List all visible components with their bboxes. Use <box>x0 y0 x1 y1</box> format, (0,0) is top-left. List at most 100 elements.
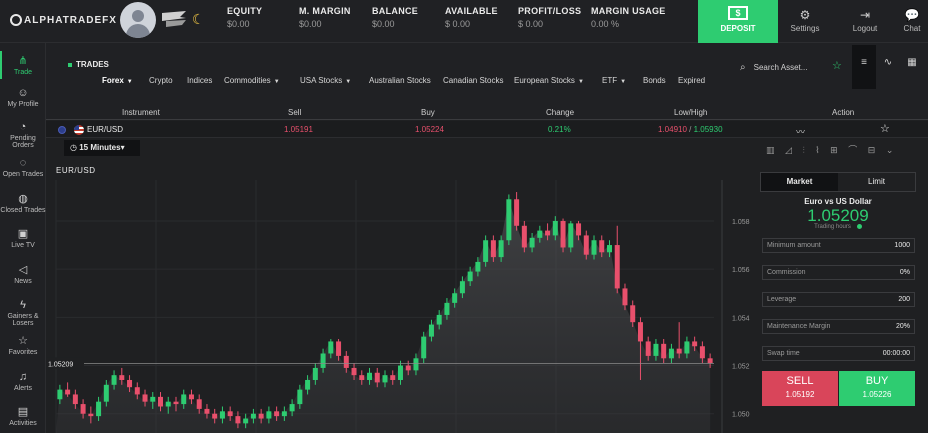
tab-market[interactable]: Market <box>761 173 838 191</box>
chat-button[interactable]: 💬 Chat <box>898 8 926 33</box>
caret-down-icon: ▾ <box>120 143 125 152</box>
asset-search[interactable]: ⌕ Search Asset... <box>740 56 828 78</box>
candle-body <box>351 367 357 376</box>
candle-body <box>289 404 295 412</box>
search-input[interactable]: Search Asset... <box>754 63 808 72</box>
line-chart-view-icon[interactable]: ∿ <box>876 57 900 77</box>
candle-body <box>661 343 667 359</box>
chart-tools: ▥ ◿ ⫶ ⌇ ⊞ ⌒ ⊟ ⌄ <box>766 143 901 156</box>
category-forex[interactable]: Forex ▼ <box>102 76 133 85</box>
candle-body <box>305 379 311 390</box>
candle-body <box>181 394 187 405</box>
candle-body <box>390 375 396 380</box>
settings-button[interactable]: ⚙ Settings <box>788 8 822 33</box>
category-expired[interactable]: Expired <box>678 76 705 85</box>
candle-body <box>653 343 659 356</box>
candle-body <box>560 220 566 248</box>
candle-body <box>336 341 342 356</box>
sidebar-item-pending-orders[interactable]: ◔ Pending Orders <box>0 121 46 149</box>
table-row[interactable]: EUR/USD 1.05191 1.05224 0.21% 1.04910 / … <box>46 121 928 138</box>
buy-button[interactable]: BUY 1.05226 <box>839 371 915 406</box>
sidebar-item-activities[interactable]: ▤ Activities <box>0 406 46 427</box>
category-indices[interactable]: Indices <box>187 76 212 85</box>
candle-body <box>88 413 94 417</box>
candle-body <box>382 375 388 383</box>
flag-icon <box>162 11 186 27</box>
trend-icon[interactable]: 〰 <box>796 125 805 138</box>
category-australian-stocks[interactable]: Australian Stocks <box>369 76 431 85</box>
candle-body <box>359 375 365 380</box>
candle-body <box>692 341 698 347</box>
category-etf[interactable]: ETF ▼ <box>602 76 626 85</box>
gear-icon: ⚙ <box>799 8 811 22</box>
sidebar-item-news[interactable]: ◁ News <box>0 264 46 285</box>
candle-body <box>684 341 690 354</box>
sidebar-item-open-trades[interactable]: ◌ Open Trades <box>0 157 46 178</box>
deposit-button[interactable]: $ DEPOSIT <box>698 0 778 43</box>
caret-down-icon: ▼ <box>577 79 584 85</box>
sidebar-item-live-tv[interactable]: ▣ Live TV <box>0 228 46 249</box>
category-crypto[interactable]: Crypto <box>149 76 173 85</box>
sidebar-item-closed-trades[interactable]: ◍ Closed Trades <box>0 193 46 214</box>
candle-body <box>80 404 86 414</box>
favorites-filter-star-icon[interactable]: ☆ <box>832 59 842 72</box>
chat-icon: 💬 <box>904 8 920 22</box>
candle-body <box>583 235 589 255</box>
tab-limit[interactable]: Limit <box>838 173 915 191</box>
sidebar-item-trade[interactable]: ⋔ Trade <box>0 51 46 79</box>
draw-tool-icon[interactable]: ⌒ <box>848 145 857 155</box>
candle-tool-icon[interactable]: ⫶ <box>802 145 804 155</box>
stat-balance: BALANCE $0.00 <box>372 6 419 29</box>
candle-body <box>413 358 419 371</box>
sidebar: ⋔ Trade ☺ My Profile ◔ Pending Orders ◌ … <box>0 43 46 433</box>
list-view-icon[interactable]: ≡ <box>852 45 876 89</box>
category-bonds[interactable]: Bonds <box>643 76 666 85</box>
leverage-field[interactable]: Leverage 200 <box>762 292 915 307</box>
timeframe-select[interactable]: ◷ 15 Minutes▾ <box>64 140 140 156</box>
category-canadian-stocks[interactable]: Canadian Stocks <box>443 76 503 85</box>
trading-hours[interactable]: Trading hours <box>760 224 916 230</box>
candle-body <box>545 230 551 236</box>
night-mode-icon[interactable]: ☾ <box>192 11 205 28</box>
sidebar-item-alerts[interactable]: ♫ Alerts <box>0 371 46 392</box>
table-header: Instrument Sell Buy Change Low/High Acti… <box>46 105 928 120</box>
bolt-icon: ϟ <box>20 299 26 311</box>
candle-body <box>521 225 527 248</box>
more-tool-icon[interactable]: ⌄ <box>886 145 894 155</box>
avatar[interactable] <box>120 2 156 38</box>
candle-body <box>599 240 605 253</box>
logout-icon: ⇥ <box>859 8 871 22</box>
top-bar: ALPHATRADEFX ☾ EQUITY $0.00 M. MARGIN $0… <box>0 0 928 43</box>
caret-down-icon: ▼ <box>345 79 352 85</box>
sidebar-item-gainers-losers[interactable]: ϟ Gainers & Losers <box>0 299 46 327</box>
line-tool-icon[interactable]: ⌇ <box>815 145 819 155</box>
category-commodities[interactable]: Commodities ▼ <box>224 76 280 85</box>
trade-icon: ⋔ <box>18 55 28 67</box>
compare-tool-icon[interactable]: ⊟ <box>868 145 876 155</box>
grid-view-icon[interactable]: ▦ <box>900 57 924 77</box>
brand-logo[interactable]: ALPHATRADEFX <box>10 14 117 26</box>
favorite-star-icon[interactable]: ☆ <box>880 122 890 135</box>
category-european-stocks[interactable]: European Stocks ▼ <box>514 76 584 85</box>
category-usa-stocks[interactable]: USA Stocks ▼ <box>300 76 351 85</box>
pair-price: 1.05209 <box>807 206 869 225</box>
chart-area[interactable]: 1.058 1.056 1.054 1.052 1.050 1.05209 ◷ 15 Mi… <box>46 138 758 433</box>
area-chart-tool-icon[interactable]: ◿ <box>785 145 792 155</box>
logout-button[interactable]: ⇥ Logout <box>848 8 882 33</box>
candle-body <box>498 240 504 258</box>
eu-flag-icon <box>58 126 66 134</box>
sell-button[interactable]: SELL 1.05192 <box>762 371 838 406</box>
minimum-amount-field[interactable]: Minimum amount 1000 <box>762 238 915 253</box>
candle-body <box>320 353 326 368</box>
candle-body <box>568 223 574 248</box>
bar-chart-tool-icon[interactable]: ▥ <box>766 145 775 155</box>
sidebar-item-favorites[interactable]: ☆ Favorites <box>0 335 46 356</box>
stat-margin-usage: MARGIN USAGE 0.00 % <box>591 6 666 29</box>
candle-body <box>219 411 225 419</box>
current-price-label: 1.05209 <box>48 361 73 368</box>
candlestick-chart[interactable]: 1.058 1.056 1.054 1.052 1.050 1.05209 <box>46 138 758 433</box>
caret-down-icon: ▼ <box>273 79 280 85</box>
indicator-tool-icon[interactable]: ⊞ <box>830 145 838 155</box>
sidebar-item-my-profile[interactable]: ☺ My Profile <box>0 87 46 108</box>
candle-body <box>707 358 713 364</box>
